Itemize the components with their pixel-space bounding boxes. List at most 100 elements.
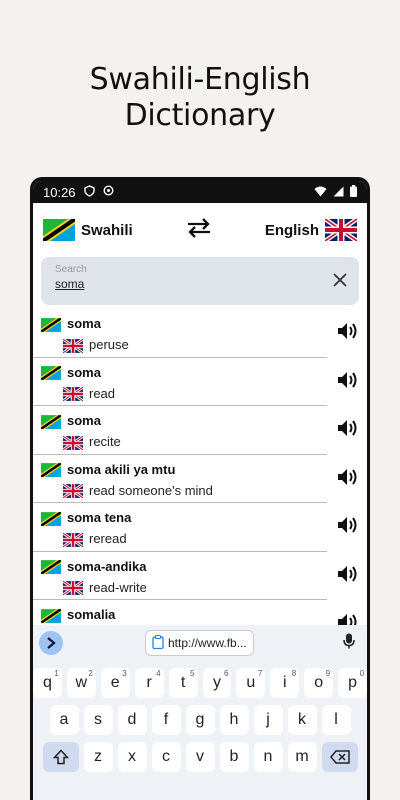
key-number-hint: 1 (54, 669, 59, 678)
clipboard-suggestion[interactable]: http://www.fb... (145, 630, 254, 656)
swahili-word: soma (67, 364, 101, 380)
app-screen: 10:26 Swahili English Search soma soma p… (33, 181, 367, 800)
key-label: k (298, 711, 306, 728)
key-label: r (146, 674, 152, 691)
key-label: n (263, 748, 273, 765)
key-s[interactable]: s (83, 705, 113, 735)
microphone-icon[interactable] (343, 633, 355, 654)
key-label: h (229, 711, 239, 728)
key-o[interactable]: o9 (304, 668, 334, 698)
english-translation: read-write (89, 579, 147, 595)
key-label: y (212, 674, 221, 691)
target-language[interactable]: English (265, 219, 357, 241)
key-t[interactable]: t5 (168, 668, 198, 698)
expand-toolbar-button[interactable] (39, 631, 63, 655)
key-label: t (180, 674, 186, 691)
key-label: l (334, 711, 338, 728)
key-number-hint: 6 (223, 669, 229, 678)
key-g[interactable]: g (185, 705, 215, 735)
source-language[interactable]: Swahili (43, 219, 133, 241)
key-v[interactable]: v (185, 742, 215, 772)
swahili-word: soma (67, 413, 101, 429)
speaker-button[interactable] (337, 467, 359, 492)
key-i[interactable]: i8 (270, 668, 300, 698)
result-item[interactable]: soma akili ya mtu read someone's mind (33, 455, 357, 503)
key-label: f (163, 711, 169, 728)
key-number-hint: 4 (156, 669, 161, 678)
speaker-button[interactable] (337, 321, 359, 346)
english-translation: reread (89, 531, 127, 547)
signal-icon (333, 185, 344, 200)
results-list: soma peruse soma read soma recite soma a… (33, 309, 367, 649)
key-label: x (128, 748, 136, 765)
speaker-button[interactable] (337, 370, 359, 395)
key-r[interactable]: r4 (134, 668, 164, 698)
key-j[interactable]: j (253, 705, 283, 735)
key-k[interactable]: k (287, 705, 317, 735)
shift-key[interactable] (42, 742, 79, 772)
wifi-icon (314, 185, 327, 200)
key-number-hint: 0 (359, 669, 365, 678)
result-item[interactable]: soma tena reread (33, 503, 357, 552)
speaker-button[interactable] (337, 418, 359, 443)
swap-languages-button[interactable] (186, 217, 212, 244)
tanzania-flag-icon (43, 219, 75, 241)
key-label: v (196, 748, 204, 765)
speaker-icon (338, 565, 357, 582)
speaker-button[interactable] (337, 564, 359, 589)
headline-line-2: Dictionary (124, 98, 276, 133)
speaker-icon (338, 468, 357, 485)
key-p[interactable]: p0 (338, 668, 367, 698)
tanzania-flag-icon (41, 413, 61, 429)
key-m[interactable]: m (287, 742, 317, 772)
result-item[interactable]: soma recite (33, 406, 357, 455)
clear-search-button[interactable] (333, 270, 347, 293)
key-e[interactable]: e3 (100, 668, 130, 698)
search-box[interactable]: Search soma (41, 257, 359, 305)
key-h[interactable]: h (219, 705, 249, 735)
search-input[interactable]: soma (55, 277, 345, 291)
key-d[interactable]: d (117, 705, 147, 735)
key-number-hint: 2 (88, 669, 93, 678)
phone-frame: 10:26 Swahili English Search soma soma p… (30, 177, 370, 800)
key-number-hint: 3 (122, 669, 127, 678)
swahili-word: soma (67, 316, 101, 332)
key-z[interactable]: z (83, 742, 113, 772)
key-y[interactable]: y6 (202, 668, 232, 698)
shift-icon (52, 749, 69, 765)
key-label: o (314, 674, 324, 691)
key-label: j (266, 711, 270, 728)
key-x[interactable]: x (117, 742, 147, 772)
key-u[interactable]: u7 (236, 668, 266, 698)
result-item[interactable]: soma read (33, 358, 357, 406)
result-item[interactable]: soma-andika read-write (33, 552, 357, 600)
result-item[interactable]: soma peruse (33, 309, 357, 358)
search-placeholder: Search (55, 264, 87, 275)
status-bar: 10:26 (33, 181, 367, 203)
key-w[interactable]: w2 (66, 668, 96, 698)
promo-headline: Swahili-English Dictionary (0, 62, 400, 134)
backspace-key[interactable] (321, 742, 358, 772)
key-label: g (195, 711, 205, 728)
keyboard-row-2: asdf g h j k l (33, 705, 367, 735)
tanzania-flag-icon (41, 510, 61, 526)
key-q[interactable]: q1 (33, 668, 62, 698)
tanzania-flag-icon (41, 365, 61, 381)
key-l[interactable]: l (321, 705, 351, 735)
key-n[interactable]: n (253, 742, 283, 772)
speaker-icon (338, 517, 357, 533)
uk-flag-icon (63, 531, 83, 547)
english-translation: read someone's mind (89, 482, 213, 498)
key-number-hint: 9 (325, 669, 331, 678)
on-screen-keyboard: http://www.fb... q1w2e3r4t5y6u7i8o9p0 as… (33, 625, 367, 800)
key-b[interactable]: b (219, 742, 249, 772)
swahili-word: soma tena (67, 510, 132, 526)
key-label: e (110, 674, 120, 691)
speaker-icon (338, 371, 357, 388)
sync-icon (103, 185, 114, 199)
key-a[interactable]: a (49, 705, 79, 735)
key-c[interactable]: c (151, 742, 181, 772)
key-f[interactable]: f (151, 705, 181, 735)
language-bar: Swahili English (33, 203, 367, 257)
speaker-button[interactable] (337, 515, 359, 540)
